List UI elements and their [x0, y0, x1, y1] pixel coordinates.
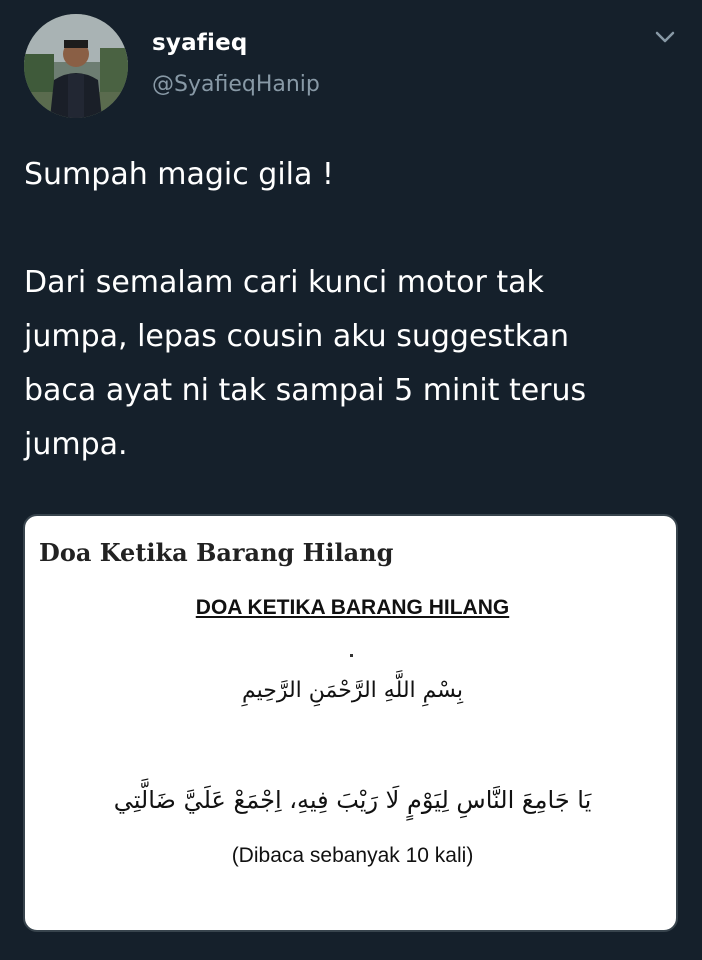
basmala-text: بِسْمِ اللَّهِ الرَّحْمَنِ الرَّحِيمِ [241, 678, 464, 703]
tweet-text: Sumpah magic gila ! Dari semalam cari ku… [24, 148, 684, 472]
display-name[interactable]: syafieq [152, 30, 248, 56]
doa-arabic-text: يَا جَامِعَ النَّاسِ لِيَوْمٍ لَا رَيْبَ… [113, 786, 592, 814]
tweet-text-line: jumpa. [24, 427, 128, 462]
chevron-down-icon[interactable] [652, 26, 678, 48]
tweet-text-line: jumpa, lepas cousin aku suggestkan [24, 319, 570, 354]
card-title: Doa Ketika Barang Hilang [39, 538, 394, 567]
repeat-note: (Dibaca sebanyak 10 kali) [231, 844, 474, 867]
profile-photo-icon [24, 14, 128, 118]
doa-heading: DOA KETIKA BARANG HILANG [195, 596, 510, 619]
tweet-text-line: Sumpah magic gila ! [24, 157, 334, 192]
user-handle[interactable]: @SyafieqHanip [152, 72, 320, 97]
tweet: syafieq @SyafieqHanip Sumpah magic gila … [0, 0, 702, 960]
attached-image-card[interactable]: Doa Ketika Barang Hilang DOA KETIKA BARA… [23, 514, 678, 932]
avatar[interactable] [24, 14, 128, 118]
tweet-text-line: Dari semalam cari kunci motor tak [24, 265, 544, 300]
divider-dot [350, 654, 353, 657]
tweet-text-line: baca ayat ni tak sampai 5 minit terus [24, 373, 587, 408]
